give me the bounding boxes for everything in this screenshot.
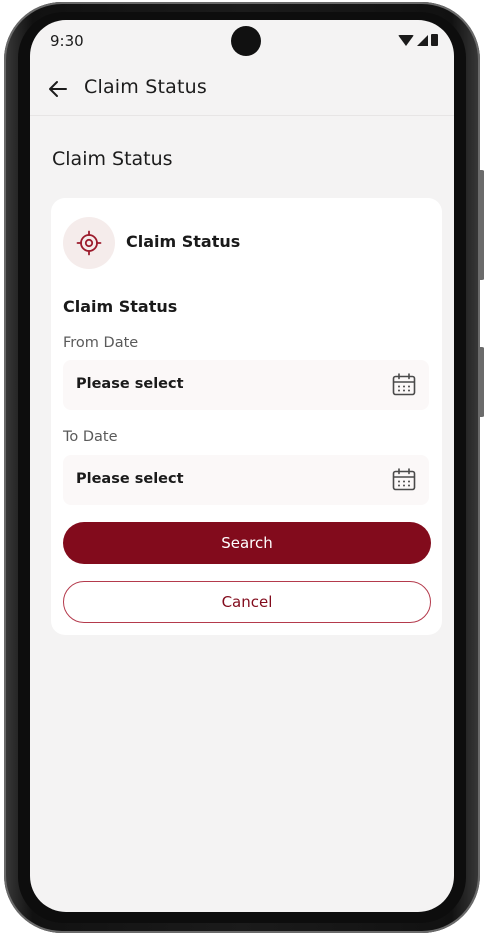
card-header-title: Claim Status: [126, 232, 241, 251]
status-bar: 9:30: [30, 20, 454, 64]
to-date-value: Please select: [76, 471, 184, 487]
power-button: [479, 347, 484, 417]
from-date-label: From Date: [63, 335, 139, 351]
calendar-icon[interactable]: [391, 372, 417, 398]
status-time: 9:30: [50, 32, 84, 50]
battery-icon: [431, 34, 438, 46]
to-date-field[interactable]: Please select: [63, 455, 429, 505]
screen: 9:30 Claim Status Claim Status Claim Sta…: [30, 20, 454, 912]
app-bar-title: Claim Status: [84, 76, 207, 98]
cancel-button[interactable]: Cancel: [63, 581, 431, 623]
target-icon-badge: [63, 217, 115, 269]
target-icon: [76, 230, 102, 256]
app-bar: Claim Status: [30, 68, 454, 116]
claim-status-card: Claim Status Claim Status From Date Plea…: [51, 198, 442, 635]
arrow-left-icon[interactable]: [46, 77, 70, 101]
page-title: Claim Status: [52, 148, 173, 170]
calendar-icon[interactable]: [391, 467, 417, 493]
volume-button: [479, 170, 484, 280]
form-title: Claim Status: [63, 297, 178, 316]
from-date-field[interactable]: Please select: [63, 360, 429, 410]
from-date-value: Please select: [76, 376, 184, 392]
to-date-label: To Date: [63, 429, 118, 445]
front-camera: [231, 26, 261, 56]
signal-icon: [417, 34, 428, 46]
status-icons: [398, 34, 438, 46]
wifi-icon: [398, 34, 414, 46]
search-button[interactable]: Search: [63, 522, 431, 564]
